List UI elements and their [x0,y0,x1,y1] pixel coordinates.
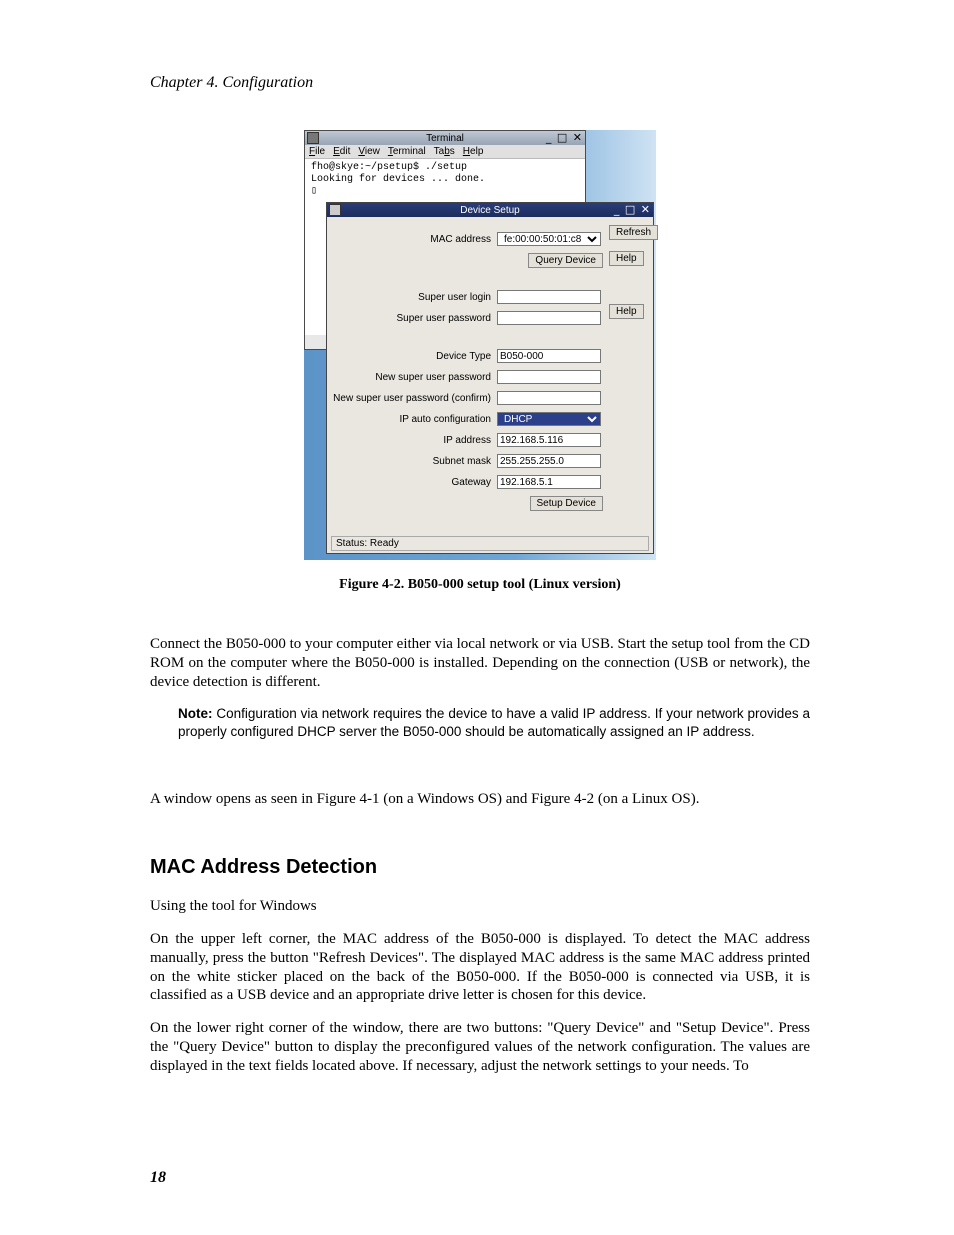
setup-device-button[interactable]: Setup Device [530,496,603,511]
terminal-line1: fho@skye:~/psetup$ ./setup [311,162,579,174]
terminal-title: Terminal [426,133,464,144]
device-setup-window: Device Setup _ □ ✕ MAC address fe:00:00:… [326,202,654,554]
new-su-pw-label: New super user password [331,372,497,383]
menu-tabs[interactable]: Tabs [434,146,455,157]
body-para-2: A window opens as seen in Figure 4-1 (on… [150,790,810,809]
mac-address-label: MAC address [331,234,497,245]
subnet-mask-label: Subnet mask [331,456,497,467]
ip-auto-label: IP auto configuration [331,414,497,425]
device-setup-titlebar: Device Setup _ □ ✕ [327,203,653,217]
menu-file[interactable]: File [309,146,325,157]
note-label: Note: [178,706,213,721]
figure-4-2: Terminal _ □ ✕ File Edit View Terminal T… [150,130,810,593]
help-button-1[interactable]: Help [609,251,644,266]
note-block: Note: Configuration via network requires… [178,705,810,741]
terminal-titlebar: Terminal _ □ ✕ [305,131,585,145]
section-heading-mac-detection: MAC Address Detection [150,856,810,879]
body-para-5: On the lower right corner of the window,… [150,1019,810,1075]
body-para-1: Connect the B050-000 to your computer ei… [150,635,810,691]
figure-caption: Figure 4-2. B050-000 setup tool (Linux v… [150,577,810,593]
terminal-sys-icon [307,132,319,144]
terminal-window-controls[interactable]: _ □ ✕ [546,131,583,144]
body-para-4: On the upper left corner, the MAC addres… [150,930,810,1005]
chapter-header: Chapter 4. Configuration [150,74,313,92]
new-su-pw-input[interactable] [497,370,601,384]
screenshot-mock: Terminal _ □ ✕ File Edit View Terminal T… [304,130,656,560]
help-button-2[interactable]: Help [609,304,644,319]
page-number: 18 [150,1169,166,1187]
query-device-button[interactable]: Query Device [528,253,603,268]
menu-edit[interactable]: Edit [333,146,350,157]
device-setup-title: Device Setup [460,205,519,216]
device-type-value [497,349,601,363]
gateway-input[interactable] [497,475,601,489]
terminal-line2: Looking for devices ... done. [311,174,579,186]
refresh-button[interactable]: Refresh [609,225,658,240]
ip-address-input[interactable] [497,433,601,447]
device-setup-sys-icon [329,204,341,216]
subnet-mask-input[interactable] [497,454,601,468]
device-setup-window-controls[interactable]: _ □ ✕ [614,203,651,216]
terminal-cursor: ▯ [311,186,579,198]
terminal-menubar: File Edit View Terminal Tabs Help [305,145,585,158]
mac-address-select[interactable]: fe:00:00:50:01:c8 [497,232,601,246]
menu-help[interactable]: Help [463,146,484,157]
status-bar: Status: Ready [331,536,649,551]
super-user-password-label: Super user password [331,313,497,324]
super-user-password-input[interactable] [497,311,601,325]
note-text: Configuration via network requires the d… [178,706,810,739]
menu-terminal[interactable]: Terminal [388,146,426,157]
new-su-pw-confirm-input[interactable] [497,391,601,405]
ip-auto-select[interactable]: DHCP [497,412,601,426]
super-user-login-input[interactable] [497,290,601,304]
new-su-pw-confirm-label: New super user password (confirm) [331,393,497,404]
menu-view[interactable]: View [358,146,380,157]
device-type-label: Device Type [331,351,497,362]
ip-address-label: IP address [331,435,497,446]
gateway-label: Gateway [331,477,497,488]
body-para-3: Using the tool for Windows [150,897,810,916]
super-user-login-label: Super user login [331,292,497,303]
